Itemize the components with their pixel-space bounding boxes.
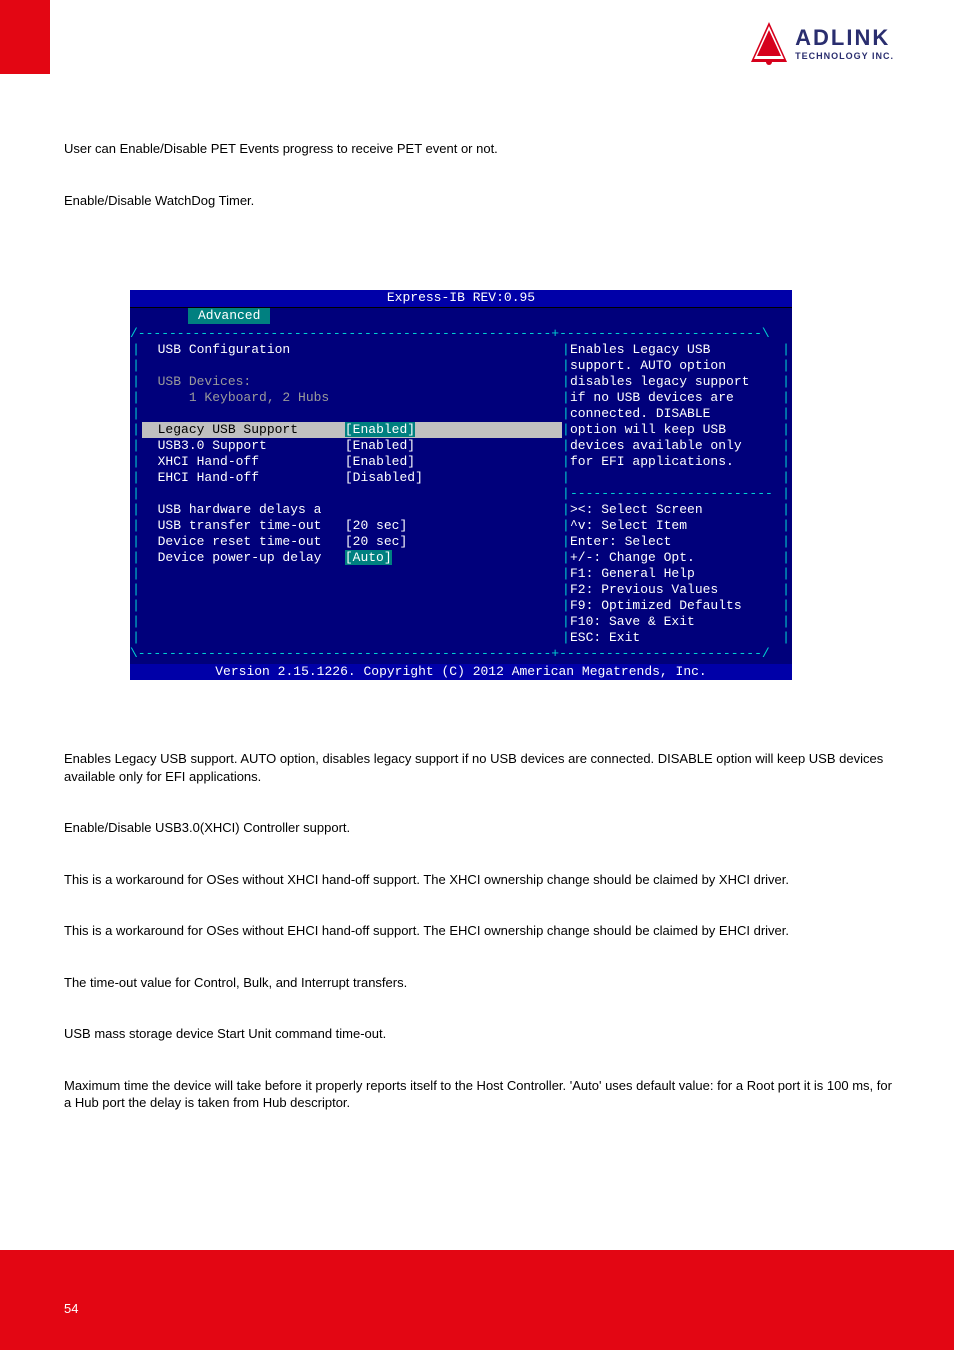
desc-powerup: Maximum time the device will take before… bbox=[64, 1077, 894, 1112]
bios-help-line: disables legacy support bbox=[570, 374, 780, 390]
page-number: 54 bbox=[64, 1301, 78, 1316]
bios-item-powerup-delay[interactable]: Device power-up delay [Auto] bbox=[142, 550, 562, 566]
bios-footer: Version 2.15.1226. Copyright (C) 2012 Am… bbox=[130, 664, 792, 680]
bios-key-hint: F2: Previous Values bbox=[570, 582, 780, 598]
desc-usb30: Enable/Disable USB3.0(XHCI) Controller s… bbox=[64, 819, 894, 837]
bios-tab-bar: Advanced bbox=[130, 308, 792, 324]
bios-key-hint: ^v: Select Item bbox=[570, 518, 780, 534]
bios-item-ehci[interactable]: EHCI Hand-off [Disabled] bbox=[142, 470, 562, 486]
bios-screen: Express-IB REV:0.95 Advanced /----------… bbox=[130, 290, 792, 680]
bios-item-legacy-usb[interactable]: Legacy USB Support [Enabled] bbox=[142, 422, 562, 438]
desc-ehci: This is a workaround for OSes without EH… bbox=[64, 922, 894, 940]
bios-tab-advanced[interactable]: Advanced bbox=[188, 308, 270, 324]
bios-item-delays[interactable]: USB hardware delays a bbox=[142, 502, 562, 518]
desc-xhci: This is a workaround for OSes without XH… bbox=[64, 871, 894, 889]
logo-text-top: ADLINK bbox=[795, 25, 894, 51]
bios-key-hint: F10: Save & Exit bbox=[570, 614, 780, 630]
bios-key-hint: F1: General Help bbox=[570, 566, 780, 582]
desc-mass-storage: USB mass storage device Start Unit comma… bbox=[64, 1025, 894, 1043]
adlink-logo: ADLINK TECHNOLOGY INC. bbox=[749, 20, 894, 66]
bios-section-heading: USB Configuration bbox=[158, 342, 291, 357]
bios-item-transfer-timeout[interactable]: USB transfer time-out [20 sec] bbox=[142, 518, 562, 534]
bios-key-hint: +/-: Change Opt. bbox=[570, 550, 780, 566]
desc-legacy-usb: Enables Legacy USB support. AUTO option,… bbox=[64, 750, 894, 785]
bios-help-line: connected. DISABLE bbox=[570, 406, 780, 422]
red-corner-tab bbox=[0, 0, 50, 74]
bios-help-line: for EFI applications. bbox=[570, 454, 780, 470]
bios-key-hint: F9: Optimized Defaults bbox=[570, 598, 780, 614]
bios-help-line: support. AUTO option bbox=[570, 358, 780, 374]
page-footer: 54 bbox=[0, 1250, 954, 1350]
bios-key-hint: ESC: Exit bbox=[570, 630, 780, 646]
bios-item-usb30[interactable]: USB3.0 Support [Enabled] bbox=[142, 438, 562, 454]
intro-paragraph-1: User can Enable/Disable PET Events progr… bbox=[64, 140, 894, 158]
bios-key-hint: ><: Select Screen bbox=[570, 502, 780, 518]
bios-help-line: option will keep USB bbox=[570, 422, 780, 438]
intro-paragraph-2: Enable/Disable WatchDog Timer. bbox=[64, 192, 894, 210]
logo-text-bottom: TECHNOLOGY INC. bbox=[795, 51, 894, 61]
desc-timeout: The time-out value for Control, Bulk, an… bbox=[64, 974, 894, 992]
bios-help-line: if no USB devices are bbox=[570, 390, 780, 406]
bios-item-xhci[interactable]: XHCI Hand-off [Enabled] bbox=[142, 454, 562, 470]
bios-devices-label: USB Devices: bbox=[158, 374, 252, 389]
bios-help-line: Enables Legacy USB bbox=[570, 342, 780, 358]
bios-item-reset-timeout[interactable]: Device reset time-out [20 sec] bbox=[142, 534, 562, 550]
bios-help-line: devices available only bbox=[570, 438, 780, 454]
bios-key-hint: Enter: Select bbox=[570, 534, 780, 550]
bios-title: Express-IB REV:0.95 bbox=[130, 290, 792, 307]
logo-icon bbox=[749, 20, 789, 66]
bios-devices-line: 1 Keyboard, 2 Hubs bbox=[158, 390, 330, 405]
